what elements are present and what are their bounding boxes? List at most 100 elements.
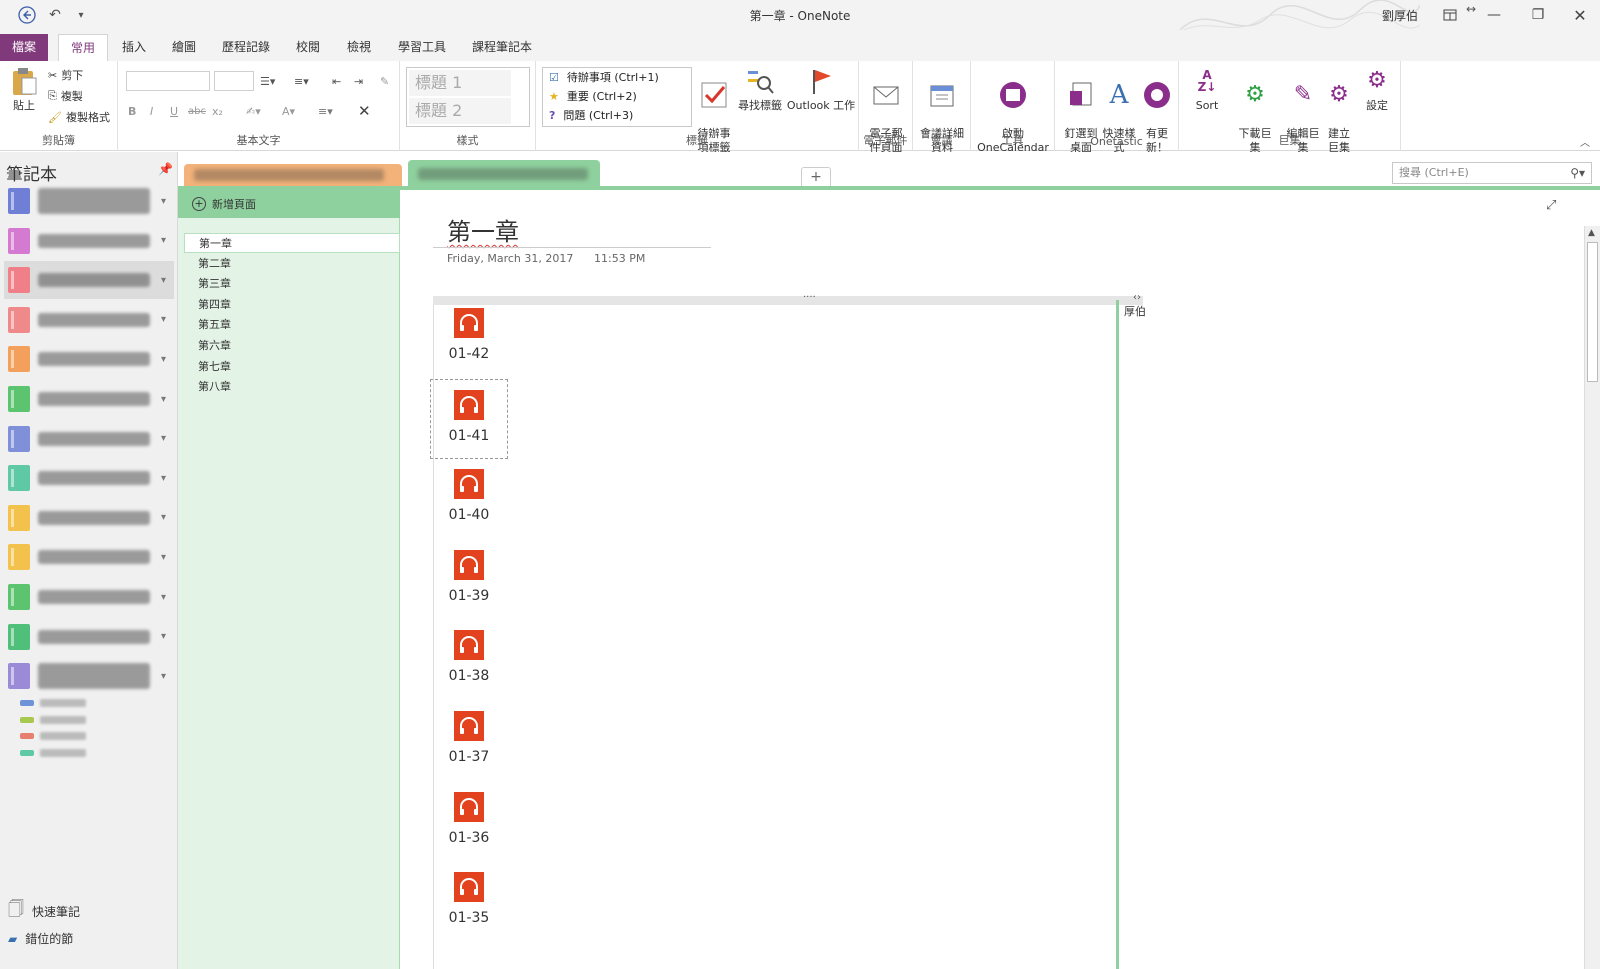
numbering-button[interactable]: ≡▾ (294, 71, 309, 91)
headphones-icon[interactable] (454, 469, 484, 500)
section-item[interactable] (20, 746, 86, 760)
style-heading-1[interactable]: 標題 1 (409, 70, 511, 96)
page-item[interactable]: 第四章 (184, 295, 400, 315)
tab-home[interactable]: 常用 (58, 34, 109, 61)
add-page-button[interactable]: + 新增頁面 (178, 190, 400, 218)
chevron-down-icon[interactable]: ▾ (161, 314, 166, 325)
scroll-thumb[interactable] (1587, 242, 1598, 382)
headphones-icon[interactable] (454, 711, 484, 741)
tab-insert[interactable]: 插入 (110, 34, 158, 61)
audio-clip[interactable]: 01-36 (430, 782, 508, 862)
styles-gallery[interactable]: 標題 1 標題 2 (406, 67, 530, 127)
collapse-ribbon-icon[interactable]: ︿ (1580, 134, 1590, 149)
strikethrough-button[interactable]: abc (188, 101, 206, 121)
notebook-item[interactable]: ▾ (4, 301, 174, 339)
notebook-item[interactable]: ▾ (4, 618, 174, 656)
tags-gallery[interactable]: ☑ 待辦事項 (Ctrl+1) ★ 重要 (Ctrl+2) ? 問題 (Ctrl+3) (542, 67, 692, 127)
chevron-down-icon[interactable]: ▾ (161, 235, 166, 246)
user-name[interactable]: 劉厚伯 (1382, 7, 1418, 24)
page-item[interactable]: 第五章 (184, 315, 400, 335)
page-item[interactable]: 第二章 (184, 254, 400, 274)
notebook-item[interactable]: ▾ (4, 340, 174, 378)
headphones-icon[interactable] (454, 308, 484, 338)
headphones-icon[interactable] (454, 549, 484, 580)
audio-clip[interactable]: 01-42 (430, 298, 508, 378)
search-input[interactable]: 搜尋 (Ctrl+E) ⚲▾ (1392, 162, 1592, 184)
delete-button[interactable]: ✕ (358, 101, 371, 121)
page-canvas[interactable]: 第一章 Friday, March 31, 2017 11:53 PM ····… (401, 190, 1584, 969)
headphones-icon[interactable] (454, 389, 484, 420)
section-tab-1[interactable] (184, 164, 402, 186)
page-item[interactable]: 第七章 (184, 357, 400, 377)
quick-notes-link[interactable]: 🗍 快速筆記 (8, 898, 80, 925)
notebook-item[interactable]: ▾ (4, 182, 174, 220)
indent-button[interactable]: ⇥ (354, 71, 363, 91)
expand-icon[interactable]: ⤢ (1546, 198, 1556, 213)
chevron-down-icon[interactable]: ▾ (161, 354, 166, 365)
tab-class-notebook[interactable]: 課程筆記本 (460, 34, 544, 61)
resize-outline-icon[interactable]: ‹› (1133, 292, 1141, 303)
tag-important[interactable]: ★ 重要 (Ctrl+2) (543, 87, 691, 106)
section-tab-2[interactable] (408, 160, 600, 186)
underline-button[interactable]: U (170, 101, 178, 121)
pin-pane-icon[interactable]: 📌 (158, 162, 173, 176)
section-item[interactable] (20, 696, 86, 710)
page-item[interactable]: 第一章 (184, 233, 400, 253)
outdent-button[interactable]: ⇤ (332, 71, 341, 91)
find-tags-button[interactable]: 尋找標籤 (736, 65, 784, 113)
headphones-icon[interactable] (454, 791, 484, 822)
italic-button[interactable]: I (150, 101, 153, 121)
page-item[interactable]: 第八章 (184, 377, 400, 397)
tag-question[interactable]: ? 問題 (Ctrl+3) (543, 106, 691, 125)
sort-button[interactable]: A Z↓ Sort (1183, 65, 1231, 113)
audio-clip[interactable]: 01-37 (430, 701, 508, 781)
tag-todo[interactable]: ☑ 待辦事項 (Ctrl+1) (543, 68, 691, 87)
outlook-task-button[interactable]: Outlook 工作 (786, 65, 856, 113)
copy-button[interactable]: ⎘ 複製 (48, 86, 83, 106)
notebook-item[interactable]: ▾ (4, 657, 174, 695)
notebook-item[interactable]: ▾ (4, 261, 174, 300)
tab-review[interactable]: 校閱 (284, 34, 332, 61)
font-size-field[interactable] (214, 71, 254, 91)
highlight-button[interactable]: ✍▾ (246, 101, 261, 121)
outline-handle[interactable]: ···· ‹› (433, 292, 1143, 305)
headphones-icon[interactable] (454, 872, 484, 903)
headphones-icon[interactable] (454, 630, 484, 661)
notebook-item[interactable]: ▾ (4, 222, 174, 260)
drag-handle-icon[interactable]: ···· (803, 292, 816, 303)
page-item[interactable]: 第三章 (184, 274, 400, 294)
section-item[interactable] (20, 729, 86, 743)
notebook-item[interactable]: ▾ (4, 380, 174, 418)
tab-file[interactable]: 檔案 (0, 34, 49, 61)
chevron-down-icon[interactable]: ▾ (161, 473, 166, 484)
tab-draw[interactable]: 繪圖 (160, 34, 208, 61)
font-color-button[interactable]: A▾ (282, 101, 295, 121)
notebook-item[interactable]: ▾ (4, 578, 174, 616)
chevron-down-icon[interactable]: ▾ (161, 512, 166, 523)
section-item[interactable] (20, 713, 86, 727)
scroll-up-icon[interactable]: ▲ (1588, 228, 1595, 238)
clear-format-icon[interactable]: ✎ (380, 71, 389, 91)
chevron-down-icon[interactable]: ▾ (161, 275, 166, 286)
notebook-item[interactable]: ▾ (4, 499, 174, 537)
notebook-item[interactable]: ▾ (4, 459, 174, 497)
subscript-button[interactable]: x₂ (212, 101, 223, 121)
tab-history[interactable]: 歷程記錄 (210, 34, 282, 61)
audio-clip[interactable]: 01-40 (430, 459, 508, 539)
minimize-icon[interactable]: — (1474, 0, 1514, 30)
page-item[interactable]: 第六章 (184, 336, 400, 356)
font-name-field[interactable] (126, 71, 210, 91)
search-icon[interactable]: ⚲▾ (1570, 163, 1585, 183)
misplaced-sections-link[interactable]: ▰ 錯位的節 (8, 930, 73, 947)
add-section-button[interactable]: + (801, 167, 831, 187)
bullets-button[interactable]: ☰▾ (260, 71, 275, 91)
style-heading-2[interactable]: 標題 2 (409, 98, 511, 124)
chevron-down-icon[interactable]: ▾ (161, 433, 166, 444)
cut-button[interactable]: ✂ 剪下 (48, 65, 83, 85)
chevron-down-icon[interactable]: ▾ (161, 196, 166, 207)
chevron-down-icon[interactable]: ▾ (161, 631, 166, 642)
format-painter-button[interactable]: 🖌 複製格式 (48, 107, 110, 127)
notebook-item[interactable]: ▾ (4, 420, 174, 458)
align-button[interactable]: ≡▾ (318, 101, 333, 121)
notebook-item[interactable]: ▾ (4, 538, 174, 576)
